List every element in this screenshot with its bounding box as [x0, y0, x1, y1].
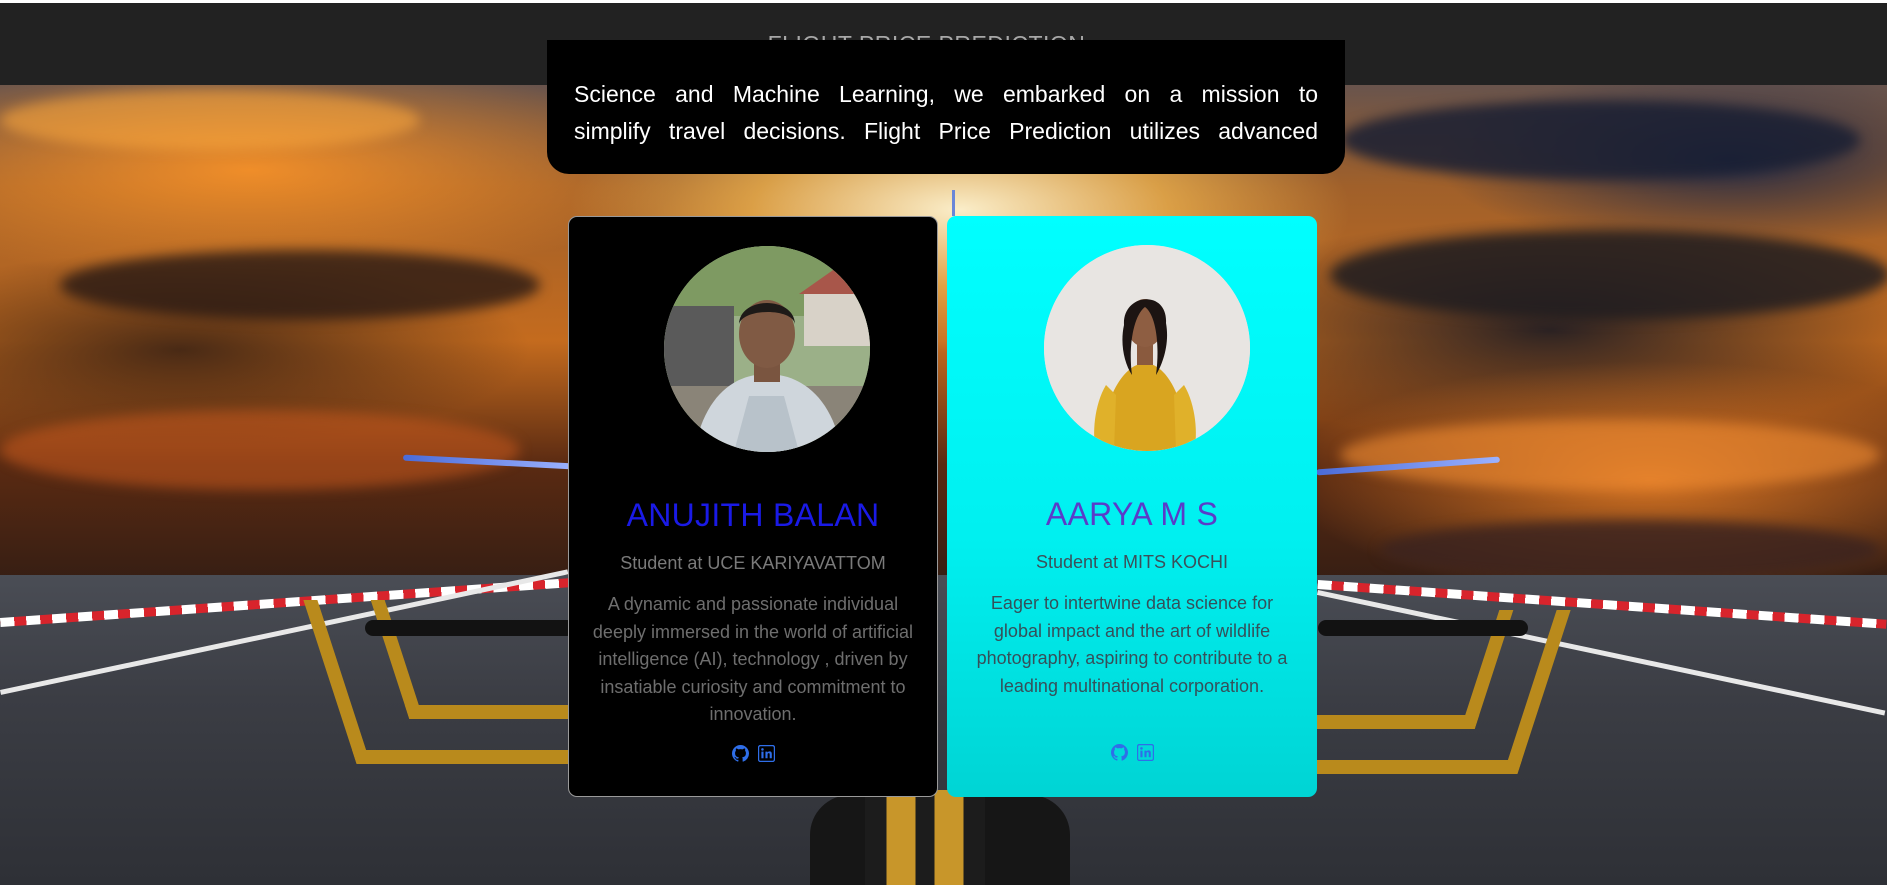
team-card-anujith: ANUJITH BALAN Student at UCE KARIYAVATTO…	[568, 216, 938, 797]
cloud	[0, 410, 520, 490]
linkedin-icon	[1136, 744, 1154, 761]
profile-photo-icon	[664, 246, 870, 452]
linkedin-link[interactable]	[1136, 744, 1154, 761]
profile-photo-icon	[1044, 245, 1250, 451]
page: FLIGHT PRICE PREDICTION Science and Mach…	[0, 0, 1887, 885]
member-name: ANUJITH BALAN	[626, 497, 880, 533]
avatar	[664, 246, 870, 452]
cloud	[0, 90, 420, 150]
airplane-tailplane-left	[365, 620, 575, 636]
airplane-antenna	[952, 190, 955, 216]
about-line-2: simplify travel decisions. Flight Price …	[574, 118, 1318, 144]
linkedin-icon	[757, 745, 775, 762]
member-bio: A dynamic and passionate individual deep…	[592, 594, 914, 724]
about-text-box: Science and Machine Learning, we embarke…	[547, 40, 1345, 174]
linkedin-link[interactable]	[757, 745, 775, 762]
cloud	[1340, 420, 1880, 490]
member-role: Student at UCE KARIYAVATTOM	[620, 553, 886, 573]
cloud	[1340, 100, 1860, 180]
team-card-aarya: AARYA M S Student at MITS KOCHI Eager to…	[947, 216, 1317, 797]
member-name: AARYA M S	[1045, 496, 1219, 532]
cloud	[1330, 230, 1887, 320]
about-paragraph: Science and Machine Learning, we embarke…	[574, 76, 1318, 150]
runway-centerline	[865, 790, 985, 885]
member-role: Student at MITS KOCHI	[1035, 552, 1229, 572]
cloud	[60, 250, 540, 320]
social-links	[947, 744, 1317, 761]
about-line-1: Science and Machine Learning, we embarke…	[574, 81, 1318, 107]
member-bio: Eager to intertwine data science for glo…	[976, 593, 1288, 696]
github-link[interactable]	[1110, 744, 1128, 761]
cloud	[1380, 520, 1880, 580]
social-links	[569, 745, 937, 762]
avatar	[1044, 245, 1250, 451]
github-link[interactable]	[731, 745, 749, 762]
github-icon	[731, 745, 749, 762]
github-icon	[1110, 744, 1128, 761]
airplane-tailplane-right	[1318, 620, 1528, 636]
